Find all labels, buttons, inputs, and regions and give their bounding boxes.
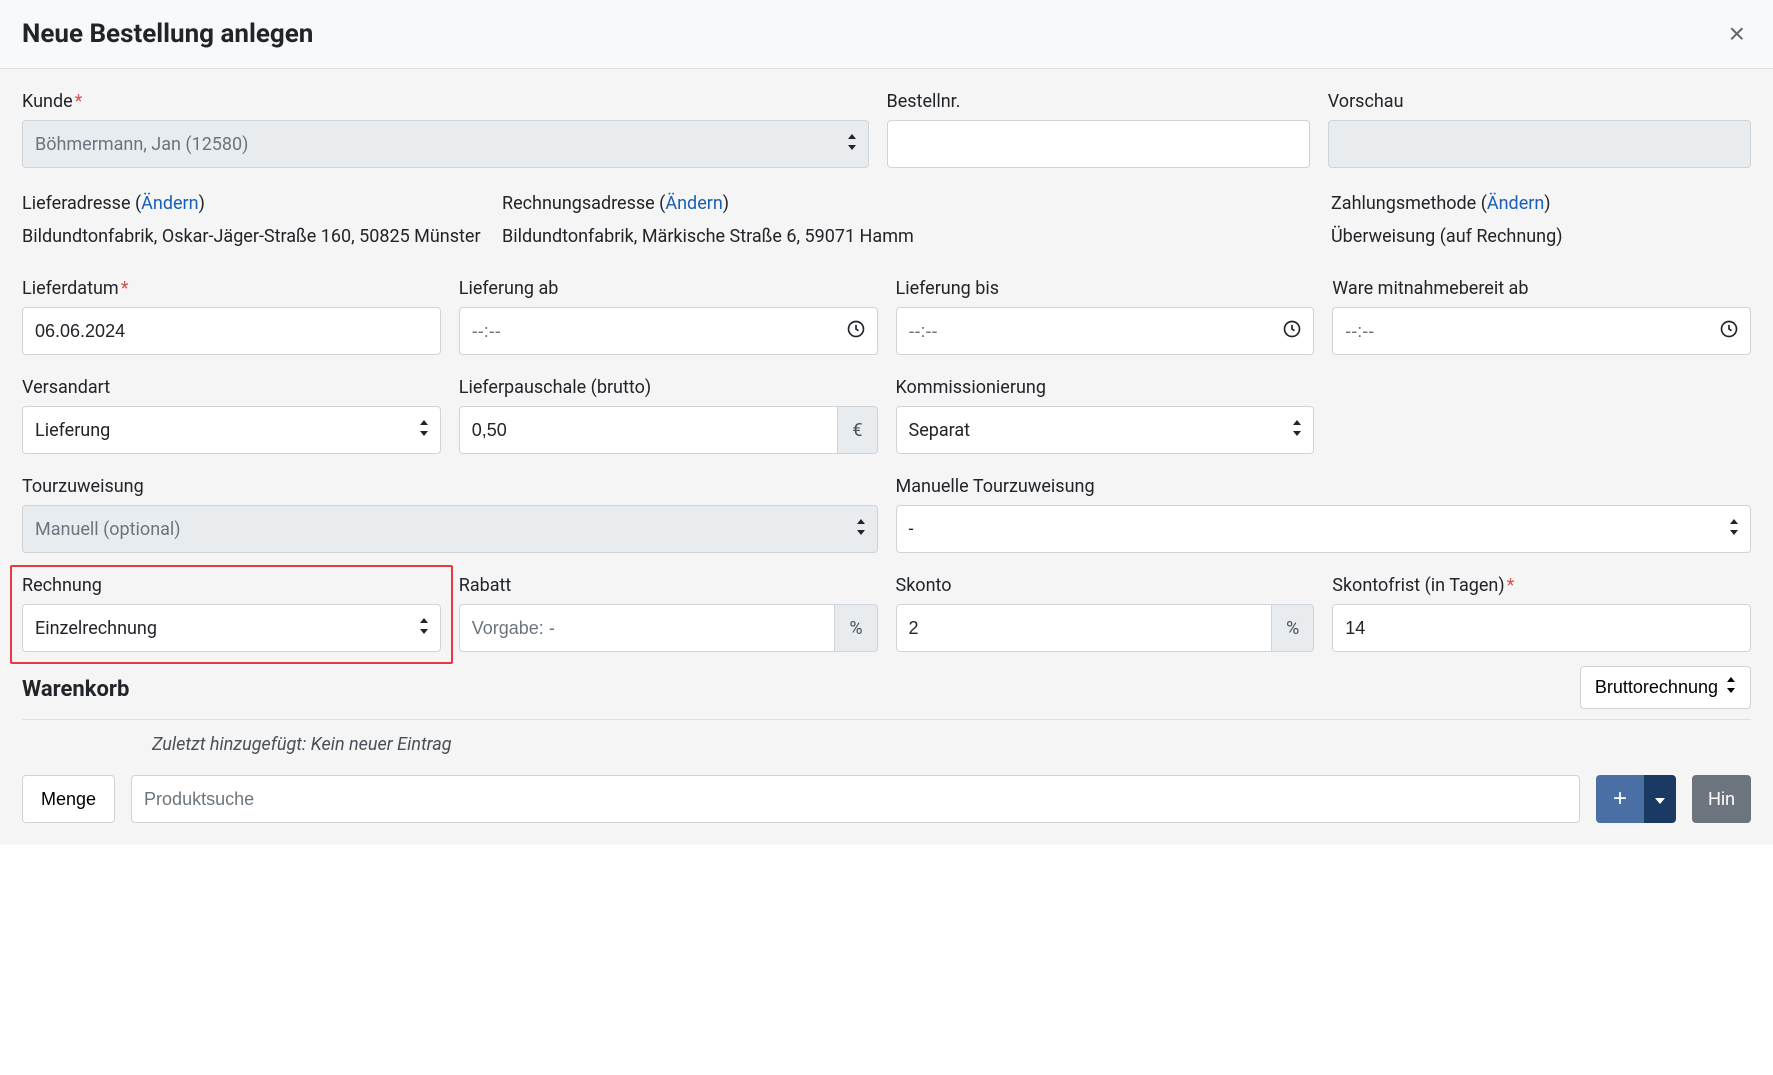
customer-label: Kunde xyxy=(22,91,869,112)
orderno-input[interactable] xyxy=(887,120,1310,168)
manualtour-select[interactable]: - xyxy=(896,505,1752,553)
customer-select-value: Böhmermann, Jan (12580) xyxy=(35,134,248,155)
close-icon: × xyxy=(1729,18,1745,49)
shipaddr-change-link[interactable]: Ändern xyxy=(141,193,198,214)
percent-addon: % xyxy=(1272,604,1314,652)
shipmethod-select[interactable]: Lieferung xyxy=(22,406,441,454)
pricemode-value: Bruttorechnung xyxy=(1595,677,1718,698)
customer-select[interactable]: Böhmermann, Jan (12580) xyxy=(22,120,869,168)
product-search-input[interactable] xyxy=(131,775,1580,823)
picking-value: Separat xyxy=(909,420,971,441)
discount-label: Rabatt xyxy=(459,575,878,596)
flatrate-label: Lieferpauschale (brutto) xyxy=(459,377,878,398)
preview-input xyxy=(1328,120,1751,168)
add-product-button[interactable]: + xyxy=(1596,775,1644,823)
picking-label: Kommissionierung xyxy=(896,377,1315,398)
paymethod-label: Zahlungsmethode (Ändern) xyxy=(1331,190,1751,217)
dialog-title: Neue Bestellung anlegen xyxy=(22,19,313,49)
shipmethod-value: Lieferung xyxy=(35,420,110,441)
manualtour-value: - xyxy=(909,519,914,540)
flatrate-input[interactable] xyxy=(459,406,839,454)
skontodeadline-input[interactable] xyxy=(1332,604,1751,652)
shipmethod-label: Versandart xyxy=(22,377,441,398)
close-button[interactable]: × xyxy=(1723,18,1751,50)
preview-label: Vorschau xyxy=(1328,91,1751,112)
add-product-dropdown-toggle[interactable] xyxy=(1644,775,1676,823)
invoice-label: Rechnung xyxy=(22,575,441,596)
pricemode-select[interactable]: Bruttorechnung xyxy=(1580,666,1751,709)
invoice-select[interactable]: Einzelrechnung xyxy=(22,604,441,652)
readyfrom-label: Ware mitnahmebereit ab xyxy=(1332,278,1751,299)
percent-addon: % xyxy=(835,604,877,652)
shipaddr-label: Lieferadresse (Ändern) xyxy=(22,190,482,217)
hint-button[interactable]: Hin xyxy=(1692,775,1751,823)
lastadded-text: Zuletzt hinzugefügt: Kein neuer Eintrag xyxy=(152,734,1751,755)
paymethod-change-link[interactable]: Ändern xyxy=(1487,193,1544,214)
tourassign-placeholder: Manuell (optional) xyxy=(35,519,181,540)
skontodeadline-label: Skontofrist (in Tagen) xyxy=(1332,575,1751,596)
deliveryfrom-label: Lieferung ab xyxy=(459,278,878,299)
deliverydate-input[interactable] xyxy=(22,307,441,355)
skonto-label: Skonto xyxy=(896,575,1315,596)
chevron-updown-icon xyxy=(1726,677,1736,698)
caret-down-icon xyxy=(1655,792,1665,807)
deliverydate-label: Lieferdatum xyxy=(22,278,441,299)
orderno-label: Bestellnr. xyxy=(887,91,1310,112)
divider xyxy=(22,719,1751,720)
skonto-input[interactable] xyxy=(896,604,1273,652)
invoice-value: Einzelrechnung xyxy=(35,618,157,639)
invoice-highlight: Rechnung Einzelrechnung xyxy=(10,565,453,664)
shipaddr-value: Bildundtonfabrik, Oskar-Jäger-Straße 160… xyxy=(22,223,482,250)
billaddr-change-link[interactable]: Ändern xyxy=(665,193,722,214)
deliveryuntil-input[interactable] xyxy=(896,307,1315,355)
manualtour-label: Manuelle Tourzuweisung xyxy=(896,476,1752,497)
quantity-button[interactable]: Menge xyxy=(22,775,115,823)
cart-heading: Warenkorb xyxy=(22,677,129,702)
paymethod-value: Überweisung (auf Rechnung) xyxy=(1331,223,1751,250)
readyfrom-input[interactable] xyxy=(1332,307,1751,355)
discount-input[interactable] xyxy=(459,604,836,652)
plus-icon: + xyxy=(1613,785,1627,813)
deliveryuntil-label: Lieferung bis xyxy=(896,278,1315,299)
deliveryfrom-input[interactable] xyxy=(459,307,878,355)
dialog-header: Neue Bestellung anlegen × xyxy=(0,0,1773,69)
tourassign-label: Tourzuweisung xyxy=(22,476,878,497)
euro-addon: € xyxy=(838,406,877,454)
tourassign-select[interactable]: Manuell (optional) xyxy=(22,505,878,553)
picking-select[interactable]: Separat xyxy=(896,406,1315,454)
billaddr-label: Rechnungsadresse (Ändern) xyxy=(502,190,1311,217)
billaddr-value: Bildundtonfabrik, Märkische Straße 6, 59… xyxy=(502,223,1311,250)
add-product-split-button: + xyxy=(1596,775,1676,823)
